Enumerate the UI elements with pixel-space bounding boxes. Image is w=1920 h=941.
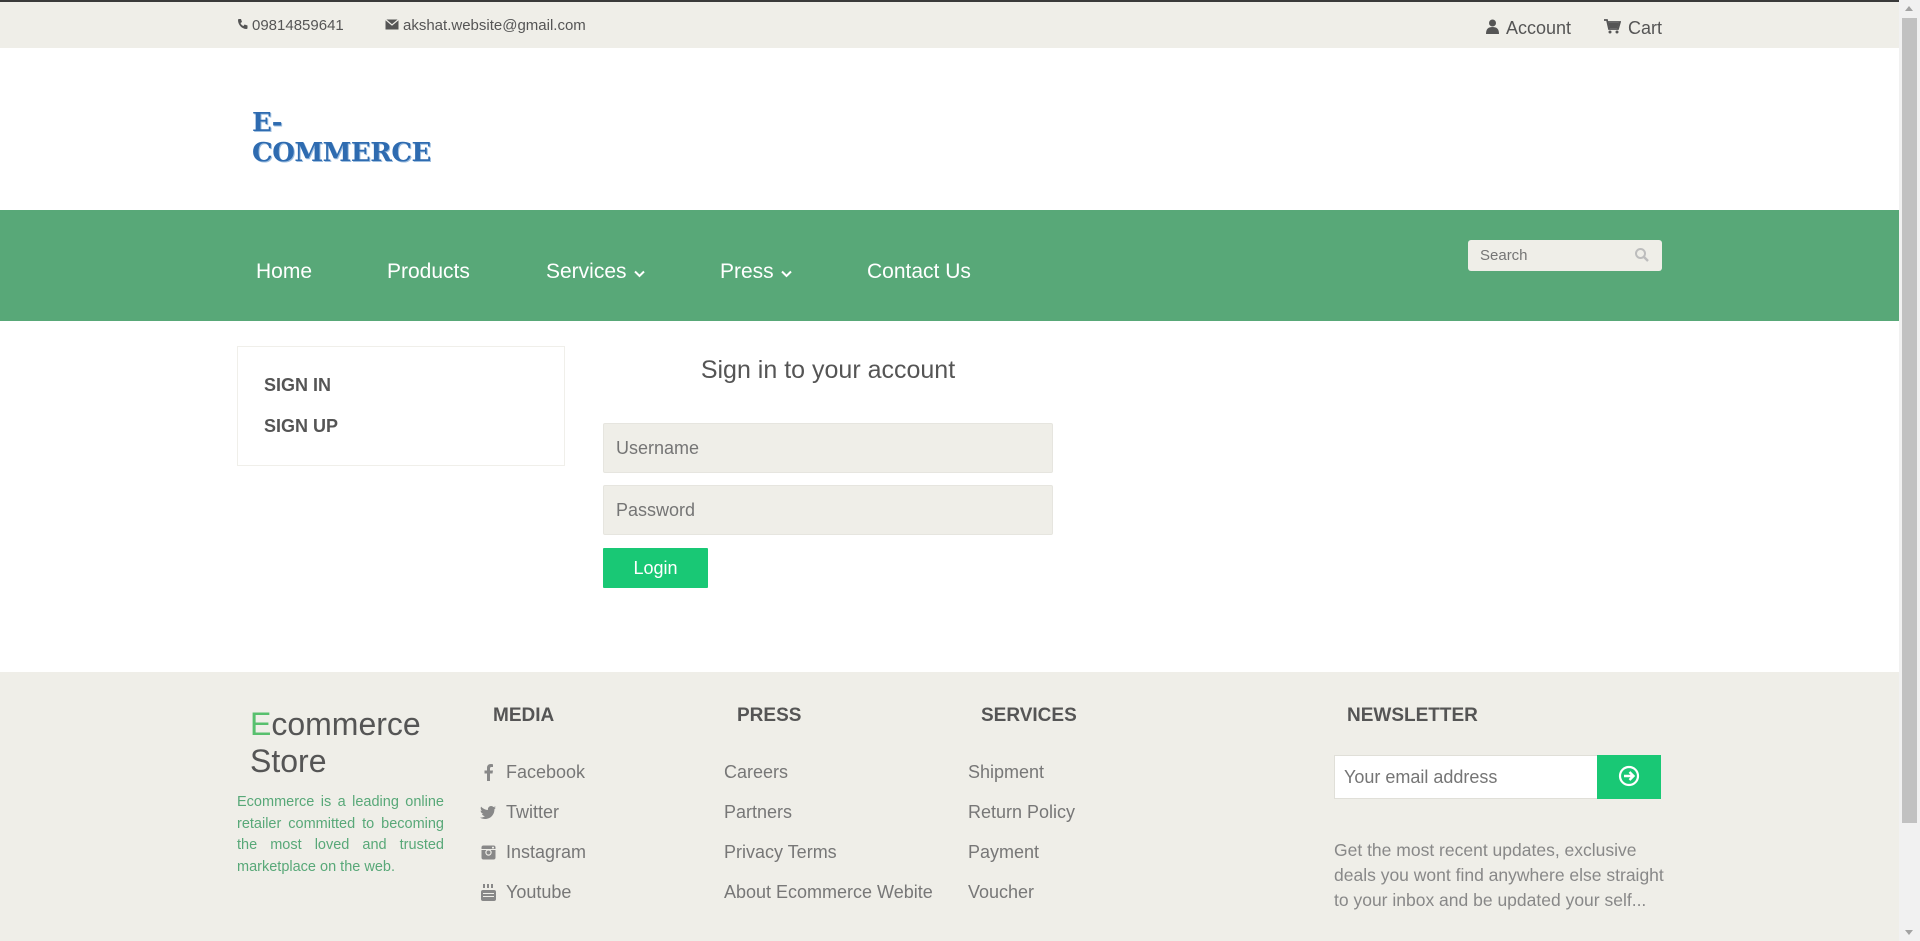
scroll-down-arrow-icon[interactable] <box>1905 930 1913 935</box>
nav-services-label: Services <box>546 260 627 283</box>
site-logo[interactable]: E-COMMERCE <box>252 108 432 168</box>
payment-link[interactable]: Payment <box>968 842 1039 863</box>
vertical-scrollbar[interactable] <box>1899 0 1920 941</box>
scrollbar-thumb[interactable] <box>1902 18 1917 823</box>
footer-about: Ecommerce is a leading online retailer c… <box>237 794 444 875</box>
brand-line1: commerce <box>271 706 421 742</box>
brand-initial: E <box>250 706 272 742</box>
cart-label: Cart <box>1628 18 1663 38</box>
nav-contact-label: Contact Us <box>867 260 971 283</box>
main-nav: Home Products Services Press Contact Us <box>0 210 1899 321</box>
envelope-icon <box>385 17 399 34</box>
nav-press[interactable]: Press <box>720 260 792 284</box>
privacy-terms-link[interactable]: Privacy Terms <box>724 842 837 863</box>
username-field <box>603 423 1053 473</box>
youtube-link[interactable]: Youtube <box>480 882 571 903</box>
cart-link[interactable]: Cart <box>1604 18 1662 39</box>
chevron-down-icon <box>633 260 645 284</box>
newsletter-email-field <box>1334 755 1598 799</box>
search-icon[interactable] <box>1634 247 1650 268</box>
sign-up-link[interactable]: SIGN UP <box>264 416 338 437</box>
twitter-label: Twitter <box>506 802 560 822</box>
media-heading: MEDIA <box>493 705 555 726</box>
account-sidebar: SIGN IN SIGN UP <box>237 346 565 466</box>
return-policy-link[interactable]: Return Policy <box>968 802 1075 823</box>
shipment-link[interactable]: Shipment <box>968 762 1044 783</box>
newsletter-heading: NEWSLETTER <box>1347 705 1478 726</box>
youtube-icon <box>480 884 496 901</box>
account-label: Account <box>1506 18 1572 38</box>
partners-link[interactable]: Partners <box>724 802 792 823</box>
newsletter-email-input[interactable] <box>1335 756 1597 798</box>
email-address[interactable]: akshat.website@gmail.com <box>403 17 586 34</box>
user-icon <box>1486 18 1499 39</box>
careers-link[interactable]: Careers <box>724 762 788 783</box>
sign-in-link[interactable]: SIGN IN <box>264 375 331 396</box>
services-heading: SERVICES <box>981 705 1077 726</box>
nav-home-label: Home <box>256 260 313 283</box>
password-input[interactable] <box>604 486 1052 534</box>
phone-contact: 09814859641 <box>237 17 344 34</box>
username-input[interactable] <box>604 424 1052 472</box>
facebook-icon <box>480 764 496 781</box>
arrow-circle-right-icon <box>1618 765 1640 790</box>
account-link[interactable]: Account <box>1486 18 1571 39</box>
twitter-link[interactable]: Twitter <box>480 802 559 823</box>
press-heading: PRESS <box>737 705 802 726</box>
newsletter-submit-button[interactable] <box>1597 755 1661 799</box>
password-field <box>603 485 1053 535</box>
twitter-icon <box>480 806 496 819</box>
cart-icon <box>1604 18 1622 39</box>
chevron-down-icon <box>780 260 792 284</box>
login-title: Sign in to your account <box>700 356 956 384</box>
instagram-label: Instagram <box>506 842 587 862</box>
instagram-icon <box>480 845 496 860</box>
youtube-label: Youtube <box>506 882 572 902</box>
login-button[interactable]: Login <box>603 548 708 588</box>
top-bar: 09814859641 akshat.website@gmail.com Acc… <box>0 0 1899 48</box>
nav-contact-us[interactable]: Contact Us <box>867 260 971 284</box>
search-input[interactable] <box>1468 240 1628 271</box>
facebook-label: Facebook <box>506 762 586 782</box>
newsletter-description: Get the most recent updates, exclusive d… <box>1334 840 1664 910</box>
about-link[interactable]: About Ecommerce Webite <box>724 882 933 903</box>
footer-brand: Ecommerce Store <box>250 706 421 780</box>
nav-services[interactable]: Services <box>546 260 645 284</box>
facebook-link[interactable]: Facebook <box>480 762 585 783</box>
nav-products[interactable]: Products <box>387 260 470 284</box>
brand-line2: Store <box>250 743 327 779</box>
search-box <box>1468 240 1662 271</box>
nav-press-label: Press <box>720 260 774 283</box>
instagram-link[interactable]: Instagram <box>480 842 586 863</box>
phone-number: 09814859641 <box>252 17 344 34</box>
voucher-link[interactable]: Voucher <box>968 882 1034 903</box>
nav-products-label: Products <box>387 260 470 283</box>
logo-text: E-COMMERCE <box>252 108 431 168</box>
nav-home[interactable]: Home <box>256 260 312 284</box>
phone-icon <box>237 17 248 34</box>
scroll-up-arrow-icon[interactable] <box>1905 6 1913 11</box>
email-contact: akshat.website@gmail.com <box>385 17 586 34</box>
